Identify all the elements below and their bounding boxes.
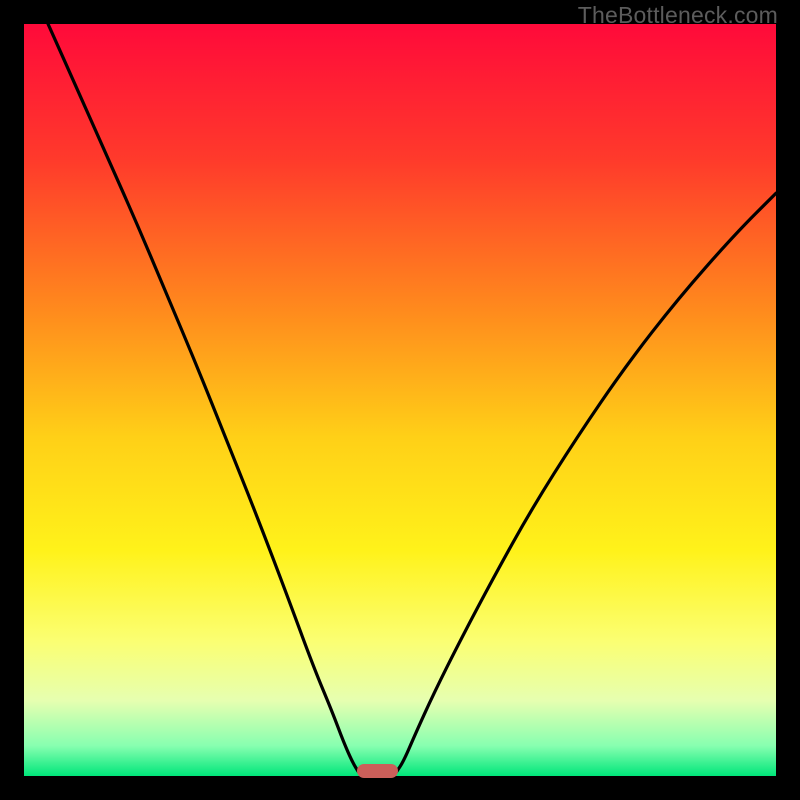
plot-area: [24, 24, 776, 776]
chart-frame: TheBottleneck.com: [0, 0, 800, 800]
bottleneck-marker: [357, 764, 398, 778]
left-curve: [48, 24, 359, 772]
curve-layer: [24, 24, 776, 776]
watermark-text: TheBottleneck.com: [578, 2, 778, 29]
right-curve: [396, 193, 776, 772]
